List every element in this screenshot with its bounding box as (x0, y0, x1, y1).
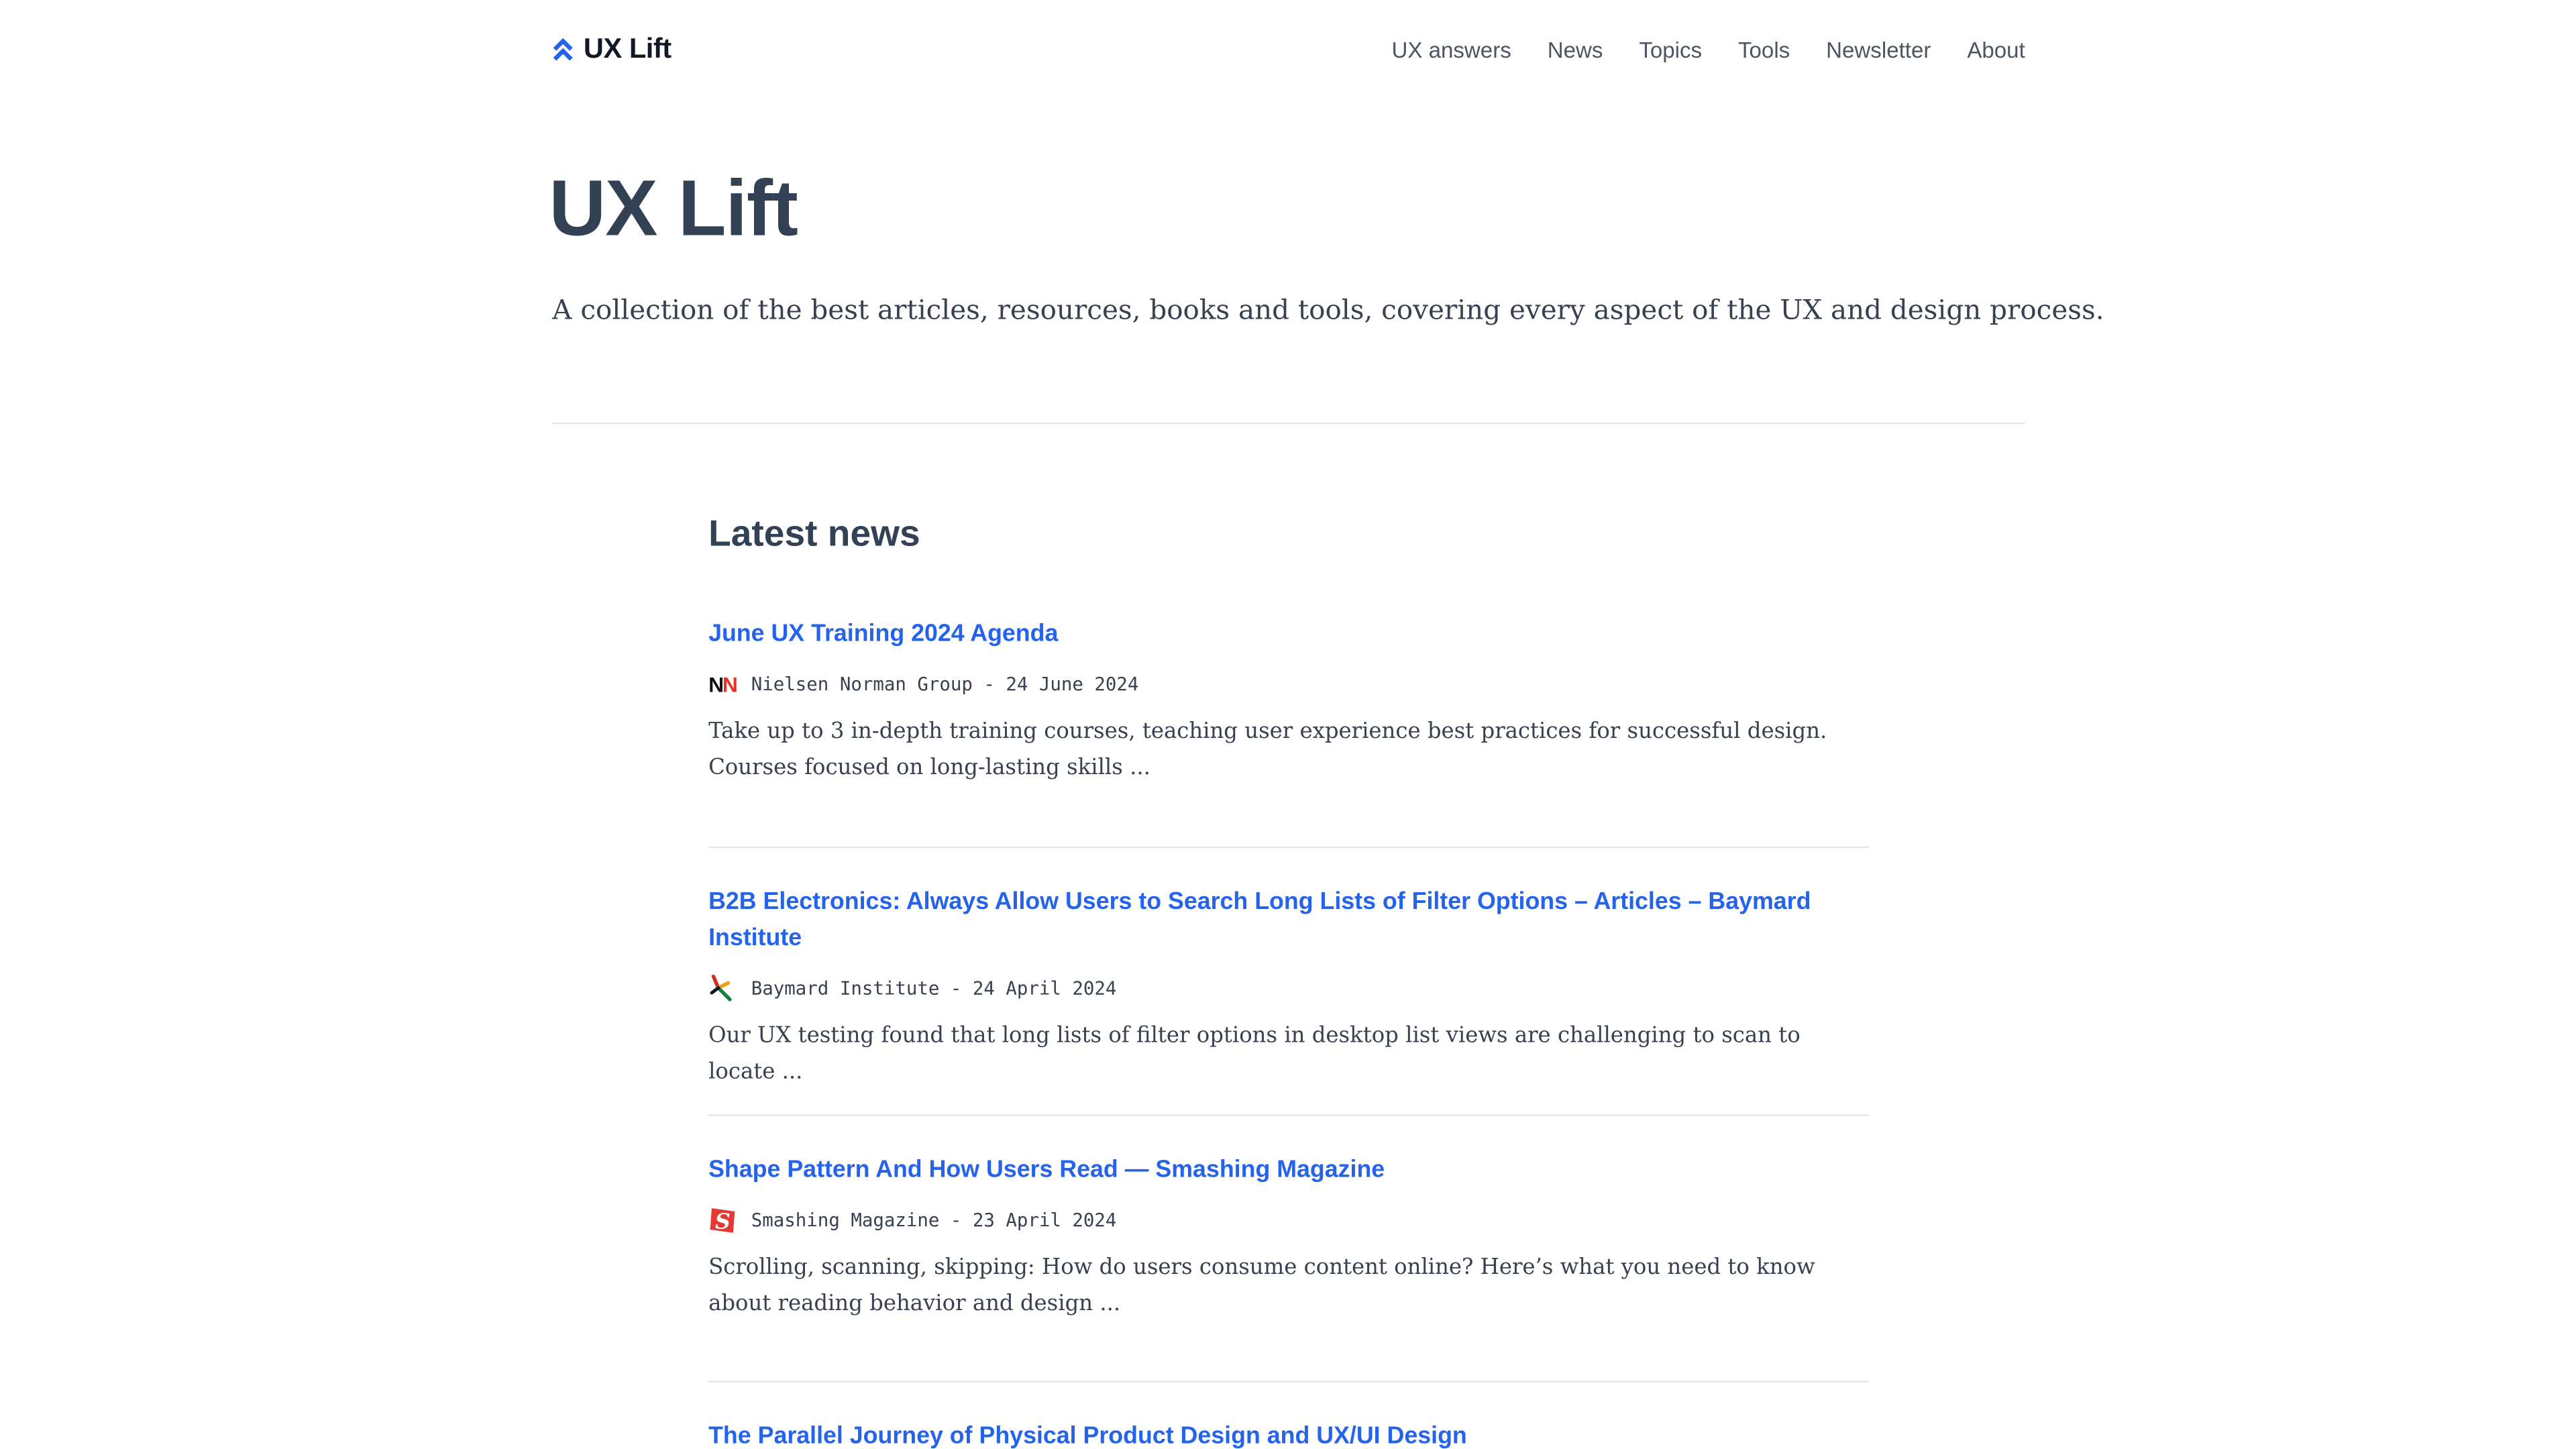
article-meta: N N Nielsen Norman Group - 24 June 2024 (708, 669, 1869, 698)
site-header: UX Lift UX answers News Topics Tools New… (552, 30, 2025, 76)
article-source-date: Nielsen Norman Group - 24 June 2024 (751, 673, 1139, 695)
page: UX Lift UX answers News Topics Tools New… (0, 0, 2576, 1449)
nav-ux-answers[interactable]: UX answers (1391, 38, 1511, 62)
article-source-date: Baymard Institute - 24 April 2024 (751, 977, 1117, 999)
news-article: B2B Electronics: Always Allow Users to S… (708, 884, 1869, 1091)
svg-text:N: N (708, 674, 724, 694)
article-title-link[interactable]: Shape Pattern And How Users Read — Smash… (708, 1152, 1869, 1189)
svg-text:S: S (715, 1208, 731, 1233)
double-chevron-up-icon (552, 36, 574, 62)
article-source-date: Smashing Magazine - 23 April 2024 (751, 1209, 1117, 1231)
baymard-logo-icon (708, 974, 738, 1002)
section-heading: Latest news (708, 513, 920, 554)
smashing-magazine-logo-icon: S (708, 1207, 738, 1233)
brand-home-link[interactable]: UX Lift (552, 33, 672, 66)
nav-news[interactable]: News (1548, 38, 1603, 62)
article-divider (708, 1114, 1869, 1116)
brand-name: UX Lift (583, 33, 672, 64)
news-article: Shape Pattern And How Users Read — Smash… (708, 1152, 1869, 1324)
article-divider (708, 1381, 1869, 1383)
page-description: A collection of the best articles, resou… (552, 294, 2104, 326)
article-divider (708, 846, 1869, 849)
nav-topics[interactable]: Topics (1639, 38, 1702, 62)
article-title-link[interactable]: June UX Training 2024 Agenda (708, 616, 1869, 653)
nav-newsletter[interactable]: Newsletter (1826, 38, 1931, 62)
article-excerpt: Our UX testing found that long lists of … (708, 1024, 1801, 1085)
article-excerpt: Scrolling, scanning, skipping: How do us… (708, 1256, 1815, 1317)
latest-news-section: Latest news June UX Training 2024 Agenda… (708, 510, 1869, 1449)
hero-divider (552, 422, 2025, 425)
news-article: The Parallel Journey of Physical Product… (708, 1419, 1869, 1449)
nav-about[interactable]: About (1967, 38, 2025, 62)
article-meta: Baymard Institute - 24 April 2024 (708, 973, 1869, 1003)
article-meta: S Smashing Magazine - 23 April 2024 (708, 1205, 1869, 1234)
article-excerpt: Take up to 3 in-depth training courses, … (708, 720, 1827, 781)
nielsen-norman-logo-icon: N N (708, 671, 738, 697)
nav-tools[interactable]: Tools (1738, 38, 1790, 62)
main-nav: UX answers News Topics Tools Newsletter … (1356, 38, 2025, 62)
article-title-link[interactable]: The Parallel Journey of Physical Product… (708, 1419, 1869, 1449)
svg-text:N: N (722, 674, 738, 694)
page-title: UX Lift (549, 166, 798, 254)
article-title-link[interactable]: B2B Electronics: Always Allow Users to S… (708, 884, 1869, 957)
news-article: June UX Training 2024 Agenda N N Nielsen… (708, 616, 1869, 788)
